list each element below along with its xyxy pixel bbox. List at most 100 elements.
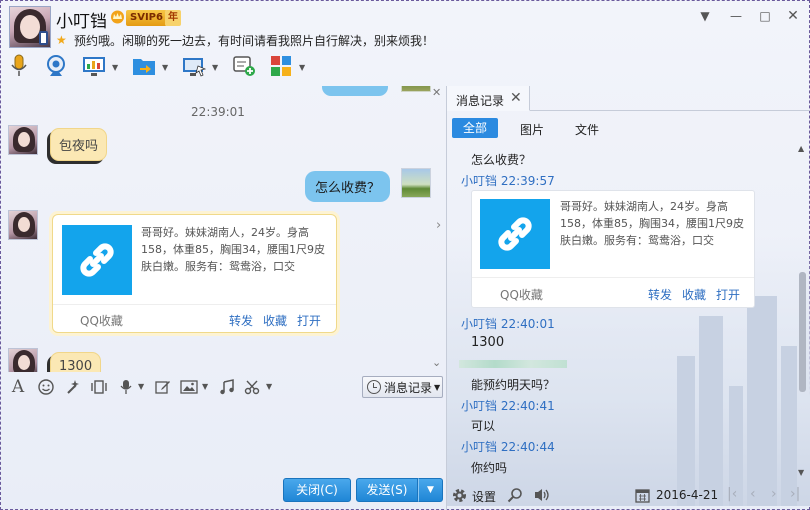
peer-message-bubble[interactable]: 1300 [50,352,102,372]
music-icon[interactable] [217,377,237,397]
link-card-source: QQ收藏 [500,288,543,302]
peer-avatar[interactable] [8,210,38,240]
open-link[interactable]: 打开 [297,312,321,329]
settings-label[interactable]: 设置 [472,488,496,505]
close-window-button[interactable]: ✕ [785,8,801,24]
edit-icon[interactable] [153,377,173,397]
history-sender-time: 小叮铛 22:40:44 [461,440,555,454]
scroll-down-arrow[interactable]: ▼ [798,468,804,477]
history-link-card[interactable]: 哥哥好。妹妹湖南人，24岁。身高158，体重85，胸围34，腰围1尺9皮肤白嫩。… [471,190,755,308]
screen-share-icon[interactable] [81,53,107,79]
font-icon[interactable]: A [8,377,28,397]
tab-label: 消息记录 [456,94,505,108]
link-card-text: 哥哥好。妹妹湖南人，24岁。身高158，体重85，胸围34，腰围1尺9皮肤白嫩。… [141,226,325,273]
scissors-icon[interactable] [243,377,263,397]
prev-page-icon[interactable]: ‹ [750,486,756,502]
favorite-link[interactable]: 收藏 [263,312,287,329]
chat-header: 小叮铛 SVIP6 年 ★ 预约哦。闲聊的死一边去，有时间请看我照片自行解决，别… [0,0,810,86]
crown-icon [111,10,124,24]
favorite-link[interactable]: 收藏 [682,286,706,303]
shake-icon[interactable] [89,377,109,397]
input-toolbar: A ▼ ▼ ▼ 消息记录 ▼ [0,374,446,400]
remote-desktop-dropdown[interactable]: ▼ [212,63,218,72]
scroll-up-arrow[interactable]: ▲ [798,144,804,153]
history-scrollbar-thumb[interactable] [799,272,806,392]
close-x-icon[interactable]: ✕ [432,86,441,99]
chevron-down-icon[interactable]: ⌄ [432,356,441,369]
history-dropdown-icon: ▼ [434,382,441,392]
history-bottom-bar: 设置 2016-4-21 |‹ ‹ › ›| [447,482,810,510]
send-options-dropdown[interactable]: ▼ [418,478,443,502]
blurred-content [459,360,567,368]
first-page-icon[interactable]: |‹ [727,486,737,502]
forward-link[interactable]: 转发 [648,286,672,303]
add-app-icon[interactable] [231,53,257,79]
remote-desktop-icon[interactable] [181,53,207,79]
filter-files[interactable]: 文件 [575,121,599,138]
link-card-source: QQ收藏 [80,314,123,328]
calendar-icon[interactable] [635,488,650,506]
link-icon [62,225,132,295]
forward-link[interactable]: 转发 [229,312,253,329]
maximize-button[interactable]: □ [757,8,773,24]
contact-signature: 预约哦。闲聊的死一边去，有时间请看我照片自行解决，别来烦我！ [74,34,435,48]
microphone-icon[interactable] [6,53,32,79]
history-message: 怎么收费？ [471,153,532,167]
emoji-icon[interactable] [36,377,56,397]
voice-message-icon[interactable] [116,377,136,397]
self-avatar[interactable] [401,168,431,198]
message-timestamp: 22:39:01 [191,105,245,119]
message-input[interactable] [0,400,446,476]
search-icon[interactable] [507,487,523,506]
peer-avatar[interactable] [8,348,38,372]
speaker-icon[interactable] [533,487,551,506]
close-button[interactable]: 关闭(C) [283,478,351,502]
send-file-dropdown[interactable]: ▼ [162,63,168,72]
history-sender-time: 小叮铛 22:39:57 [461,174,555,188]
screenshot-dropdown[interactable]: ▼ [266,382,272,391]
history-date[interactable]: 2016-4-21 [656,488,718,502]
dropdown-icon[interactable]: ▼ [697,8,713,24]
filter-all[interactable]: 全部 [452,118,498,138]
star-icon: ★ [56,33,67,47]
apps-icon[interactable] [268,53,294,79]
close-tab-icon[interactable]: ✕ [510,90,522,106]
last-page-icon[interactable]: ›| [790,486,800,502]
year-badge: 年 [165,10,181,26]
voice-dropdown[interactable]: ▼ [138,382,144,391]
next-page-icon[interactable]: › [771,486,777,502]
filter-images[interactable]: 图片 [520,121,544,138]
magic-wand-icon[interactable] [63,377,83,397]
send-file-icon[interactable] [131,53,157,79]
contact-avatar[interactable] [9,6,51,48]
history-message: 1300 [471,335,505,350]
shared-link-card[interactable]: 哥哥好。妹妹湖南人，24岁。身高158，体重85，胸围34，腰围1尺9皮肤白嫩。… [52,214,337,333]
peer-avatar[interactable] [8,125,38,155]
image-icon[interactable] [179,377,199,397]
send-button[interactable]: 发送(S) [356,478,418,502]
screen-share-dropdown[interactable]: ▼ [112,63,118,72]
self-message-bubble-partial [322,86,388,96]
peer-message-bubble[interactable]: 包夜吗 [50,128,108,161]
chevron-right-icon[interactable]: › [436,218,441,233]
chat-message-area[interactable]: ✕ 22:39:01 包夜吗 怎么收费？ 哥哥好。妹妹湖南人，24岁。身高158… [0,86,446,372]
mobile-online-icon [39,31,48,45]
gear-icon[interactable] [451,487,468,507]
minimize-button[interactable]: — [728,8,744,24]
svip-badge[interactable]: SVIP6 [126,10,167,26]
history-message: 可以 [471,419,496,433]
message-history-label: 消息记录 [384,380,433,395]
self-message-bubble[interactable]: 怎么收费？ [304,171,390,202]
apps-dropdown[interactable]: ▼ [299,63,305,72]
video-call-icon[interactable] [43,53,69,79]
link-card-footer: QQ收藏 转发 收藏 打开 [472,277,754,309]
tab-message-history[interactable]: 消息记录 ✕ [447,86,530,111]
image-dropdown[interactable]: ▼ [202,382,208,391]
link-card-footer: QQ收藏 转发 收藏 打开 [53,304,336,334]
open-link[interactable]: 打开 [716,286,740,303]
message-history-panel: 消息记录 ✕ 全部 图片 文件 怎么收费？ 小叮铛 22:39:57 哥哥好。妹… [447,86,810,510]
history-sender-time: 小叮铛 22:40:41 [461,399,555,413]
contact-nickname[interactable]: 小叮铛 [56,7,107,32]
message-history-button[interactable]: 消息记录 ▼ [362,376,443,398]
link-icon [480,199,550,269]
